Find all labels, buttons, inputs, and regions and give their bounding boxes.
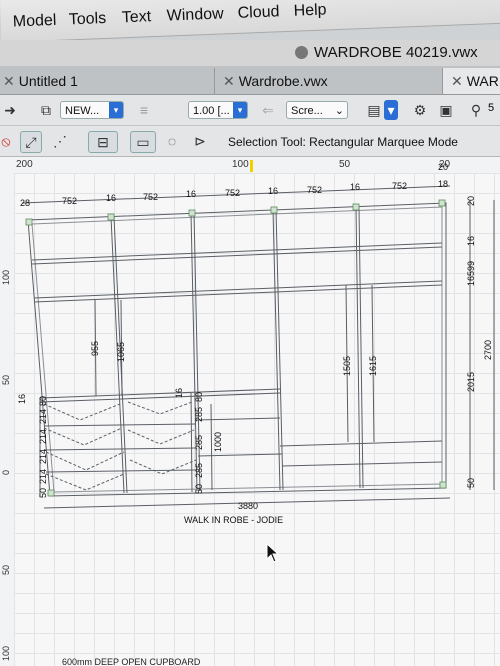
snap-handle[interactable]	[107, 213, 115, 221]
mid-height-label: 1000	[213, 432, 223, 452]
stack-dim	[190, 391, 193, 493]
mid-stack-label: 16	[174, 388, 184, 398]
top-right-label: 20	[438, 162, 448, 172]
snap-handle[interactable]	[439, 481, 447, 489]
snap-handle[interactable]	[47, 489, 55, 497]
shelf	[33, 280, 443, 299]
drawer-front	[45, 469, 197, 473]
hang-dim-label: 955	[90, 341, 100, 356]
top-dim-label: 752	[307, 185, 322, 195]
top-dim-label: 752	[143, 192, 158, 202]
shelf	[197, 453, 283, 457]
drawer-diagonal	[45, 473, 125, 491]
right-dim-label: 16	[466, 276, 476, 286]
right-dim-label: 50	[466, 478, 476, 488]
drawer-diagonal	[45, 451, 125, 471]
right-dim-label: 20	[466, 196, 476, 206]
right-dim-label: 2015	[466, 372, 476, 392]
snap-handle[interactable]	[438, 199, 446, 207]
right-dim-label: 16	[466, 236, 476, 246]
partition	[272, 209, 281, 491]
left-stack-label: 214	[38, 429, 48, 444]
top-dim-label: 18	[438, 179, 448, 189]
shelf	[31, 246, 443, 265]
partition	[275, 209, 284, 491]
drawer-front	[43, 447, 197, 451]
top-dim-label: 752	[225, 188, 240, 198]
footer-note: 600mm DEEP OPEN CUPBOARD	[62, 657, 201, 666]
shelf	[31, 242, 443, 261]
drawer-front	[43, 423, 197, 427]
shelf	[281, 461, 443, 467]
mid-stack-label: 50	[194, 484, 204, 494]
top-dim-label: 16	[350, 182, 360, 192]
top-dim-label: 752	[62, 196, 77, 206]
total-width-label: 3880	[238, 501, 258, 511]
cad-window: Model Tools Text Window Cloud Help WARDR…	[0, 0, 500, 666]
shelf	[279, 440, 443, 447]
snap-handle[interactable]	[270, 206, 278, 214]
hang-dim-label: 1615	[368, 356, 378, 376]
left-stack-label: 214	[38, 409, 48, 424]
shelf	[39, 392, 281, 403]
drawer-diagonal	[127, 429, 195, 445]
top-dim-label: 16	[268, 186, 278, 196]
left-stack-label: 214	[38, 449, 48, 464]
shelf	[33, 284, 443, 303]
hang-dim-label: 1505	[342, 356, 352, 376]
top-dim-label: 16	[106, 193, 116, 203]
mid-dim	[210, 403, 213, 491]
wardrobe-drawing[interactable]: 28 752 16 752 16 752 16 752 16 752 18 20…	[0, 0, 500, 666]
mouse-cursor-icon	[266, 543, 280, 563]
left-stack-label: 50	[38, 488, 48, 498]
drawer-diagonal	[43, 403, 121, 421]
drawer-diagonal	[129, 459, 197, 475]
mid-stack-label: 285	[194, 463, 204, 478]
shelf	[195, 417, 281, 421]
shelf	[39, 388, 281, 399]
hang-dim-label: 1065	[116, 342, 126, 362]
left-stack-label: 16	[17, 394, 27, 404]
snap-handle[interactable]	[188, 209, 196, 217]
mid-stack-label: 80	[194, 392, 204, 402]
snap-handle[interactable]	[25, 218, 33, 226]
right-dim-label: 599	[466, 261, 476, 276]
top-dim-label: 28	[20, 198, 30, 208]
drawer-diagonal	[127, 401, 193, 415]
top-dim-label: 752	[392, 181, 407, 191]
drawer-diagonal	[43, 427, 123, 446]
mid-stack-label: 285	[194, 407, 204, 422]
total-height-label: 2700	[483, 340, 493, 360]
top-dim-label: 16	[186, 189, 196, 199]
left-stack-label: 80	[38, 396, 48, 406]
drawing-title: WALK IN ROBE - JODIE	[184, 515, 283, 525]
left-stack-label: 214	[38, 469, 48, 484]
snap-handle[interactable]	[352, 203, 360, 211]
mid-stack-label: 285	[194, 435, 204, 450]
